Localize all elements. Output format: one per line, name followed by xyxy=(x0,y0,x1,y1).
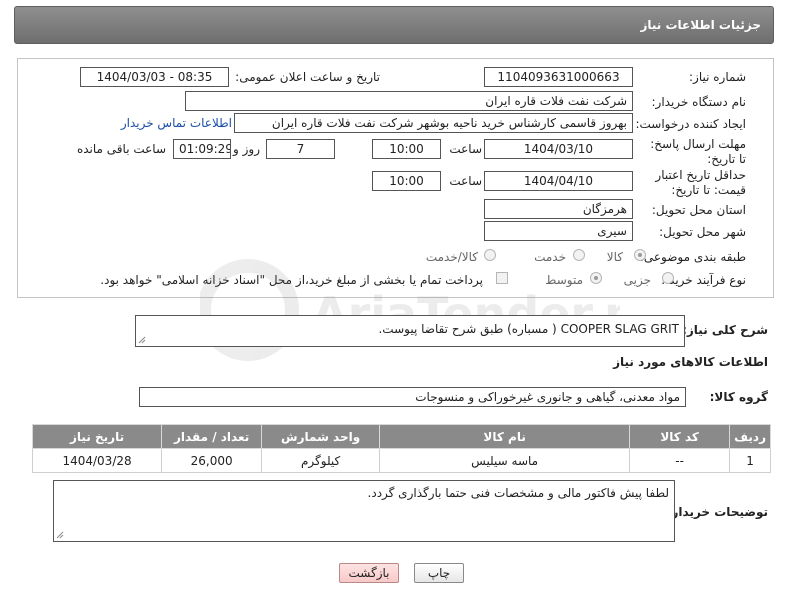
creator-field: بهروز قاسمی کارشناس خرید ناحیه بوشهر شرک… xyxy=(234,113,633,133)
cell-unit: کیلوگرم xyxy=(261,448,381,473)
city-label: شهر محل تحویل: xyxy=(659,225,746,239)
col-header-code: کد کالا xyxy=(629,424,731,449)
process-medium-label: متوسط xyxy=(545,273,583,287)
general-desc-box: COOPER SLAG GRIT ( مسباره) طبق شرح تقاضا… xyxy=(135,315,685,347)
price-date-field: 1404/04/10 xyxy=(484,171,633,191)
announce-field: 1404/03/03 - 08:35 xyxy=(80,67,229,87)
buyer-notes-text: لطفا پیش فاکتور مالی و مشخصات فنی حتما ب… xyxy=(367,486,669,500)
goods-info-title: اطلاعات کالاهای مورد نیاز xyxy=(613,355,768,369)
price-time-label: ساعت xyxy=(449,174,482,188)
buyer-notes-box: لطفا پیش فاکتور مالی و مشخصات فنی حتما ب… xyxy=(53,480,675,542)
category-goods-label: کالا xyxy=(606,250,623,264)
category-service-label: خدمت xyxy=(534,250,566,264)
general-desc-label: شرح کلی نیاز: xyxy=(682,323,768,337)
reply-deadline-label: مهلت ارسال پاسخ: تا تاریخ: xyxy=(650,137,746,166)
goods-group-label: گروه کالا: xyxy=(709,390,768,404)
back-button[interactable]: بازگشت xyxy=(339,563,399,583)
cell-qty: 26,000 xyxy=(161,448,263,473)
resize-handle-icon[interactable] xyxy=(138,336,146,344)
resize-handle-icon[interactable] xyxy=(56,531,64,539)
days-label: روز و xyxy=(233,142,260,156)
reply-time-field: 10:00 xyxy=(372,139,441,159)
print-button[interactable]: چاپ xyxy=(414,563,464,583)
col-header-row-no: ردیف xyxy=(729,424,771,449)
category-goods-radio[interactable] xyxy=(634,249,646,261)
need-number-field: 1104093631000663 xyxy=(484,67,633,87)
category-label: طبقه بندی موضوعی: xyxy=(639,250,746,264)
city-field: سیری xyxy=(484,221,633,241)
cell-name: ماسه سیلیس xyxy=(379,448,631,473)
process-medium-radio[interactable] xyxy=(590,272,602,284)
treasury-payment-note: پرداخت تمام یا بخشی از مبلغ خرید،از محل … xyxy=(100,273,483,287)
process-minor-label: جزیی xyxy=(623,273,651,287)
announce-label: تاریخ و ساعت اعلان عمومی: xyxy=(235,70,380,84)
buyer-contact-link[interactable]: اطلاعات تماس خریدار xyxy=(121,116,232,130)
col-header-unit: واحد شمارش xyxy=(261,424,381,449)
category-both-radio[interactable] xyxy=(484,249,496,261)
goods-group-field: مواد معدنی، گیاهی و جانوری غیرخوراکی و م… xyxy=(139,387,686,407)
buyer-notes-label: توضیحات خریدار: xyxy=(666,505,768,519)
cell-row-no: 1 xyxy=(729,448,771,473)
province-label: استان محل تحویل: xyxy=(651,203,746,217)
col-header-date: تاریخ نیاز xyxy=(31,424,163,449)
days-field: 7 xyxy=(266,139,335,159)
table-header-row: ردیف کد کالا نام کالا واحد شمارش تعداد /… xyxy=(31,424,771,449)
category-both-label: کالا/خدمت xyxy=(425,250,478,264)
category-service-radio[interactable] xyxy=(573,249,585,261)
price-validity-label: حداقل تاریخ اعتبار قیمت: تا تاریخ: xyxy=(655,168,746,197)
reply-date-field: 1404/03/10 xyxy=(484,139,633,159)
table-row: 1 -- ماسه سیلیس کیلوگرم 26,000 1404/03/2… xyxy=(31,448,771,473)
price-time-field: 10:00 xyxy=(372,171,441,191)
province-field: هرمزگان xyxy=(484,199,633,219)
treasury-payment-checkbox[interactable] xyxy=(496,272,508,284)
items-table: ردیف کد کالا نام کالا واحد شمارش تعداد /… xyxy=(31,424,771,473)
process-type-label: نوع فرآیند خرید : xyxy=(661,273,746,287)
page-title: جزئیات اطلاعات نیاز xyxy=(640,18,761,32)
need-number-label: شماره نیاز: xyxy=(689,70,746,84)
remaining-label: ساعت باقی مانده xyxy=(76,142,166,156)
remaining-time-field: 01:09:29 xyxy=(173,139,231,159)
creator-label: ایجاد کننده درخواست: xyxy=(635,117,746,131)
col-header-qty: تعداد / مقدار xyxy=(161,424,263,449)
general-desc-text: COOPER SLAG GRIT ( مسباره) طبق شرح تقاضا… xyxy=(378,322,679,336)
cell-date: 1404/03/28 xyxy=(31,448,163,473)
header-bar: جزئیات اطلاعات نیاز xyxy=(14,6,774,44)
col-header-name: نام کالا xyxy=(379,424,631,449)
buyer-org-label: نام دستگاه خریدار: xyxy=(651,95,747,109)
process-minor-radio[interactable] xyxy=(662,272,674,284)
need-details-page: جزئیات اطلاعات نیاز شماره نیاز: 11040936… xyxy=(0,0,788,598)
cell-code: -- xyxy=(629,448,731,473)
buyer-org-field: شرکت نفت فلات قاره ایران xyxy=(185,91,633,111)
reply-time-label: ساعت xyxy=(449,142,482,156)
